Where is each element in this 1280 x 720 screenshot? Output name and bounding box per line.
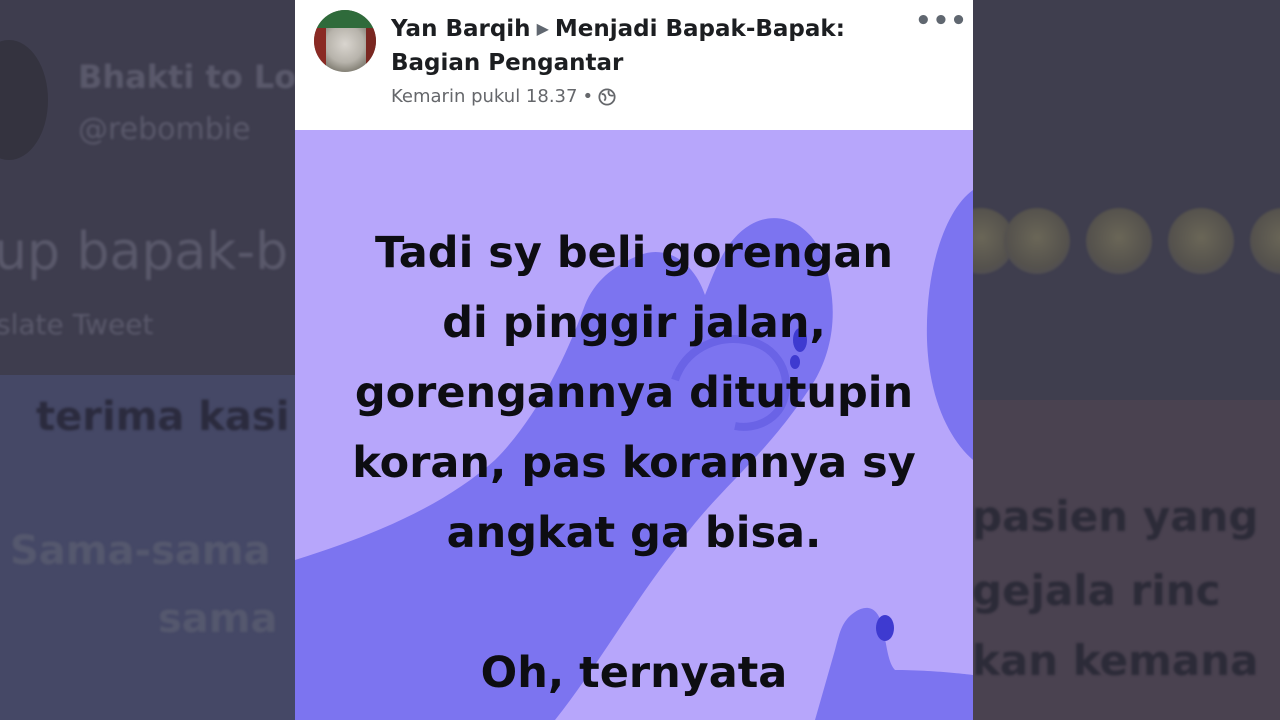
post-content: Tadi sy beli gorengan di pinggir jalan, … [295, 130, 973, 720]
separator-dot: • [582, 86, 594, 107]
background-right: pasien yang gejala rinc kan kemana [972, 0, 1280, 720]
background-translate-link: slate Tweet [0, 308, 154, 341]
globe-icon [598, 87, 616, 106]
avatar-side [366, 28, 376, 72]
author-avatar[interactable] [314, 10, 376, 72]
background-right-line-1: pasien yang [972, 492, 1259, 541]
laughing-emoji-icon [1004, 208, 1070, 274]
arrow-right-icon: ▶ [536, 19, 549, 38]
avatar-top [314, 10, 376, 28]
avatar-side [314, 28, 326, 72]
background-line-1: terima kasi [36, 394, 290, 440]
author-name[interactable]: Yan Barqih [391, 16, 531, 42]
background-right-line-3: kan kemana [972, 636, 1259, 685]
background-right-line-2: gejala rinc [972, 566, 1221, 615]
laughing-emoji-icon [1086, 208, 1152, 274]
more-options-icon[interactable]: ••• [915, 6, 968, 36]
post-timestamp[interactable]: Kemarin pukul 18.37 [391, 86, 577, 107]
laughing-emoji-icon [1168, 208, 1234, 274]
post-header: Yan Barqih ▶ Menjadi Bapak-Bapak: Bagian P… [295, 0, 973, 130]
background-line-3: sama [158, 596, 278, 642]
background-tweet-text: up bapak-b [0, 222, 289, 282]
laughing-emoji-icon [1250, 208, 1280, 274]
background-left: Bhakti to Lo @rebombie up bapak-b slate … [0, 0, 296, 720]
post-title: Yan Barqih ▶ Menjadi Bapak-Bapak: Bagian P… [391, 12, 911, 80]
background-avatar [0, 40, 48, 160]
background-name: Bhakti to Lo [78, 58, 296, 96]
post-text: Tadi sy beli gorengan di pinggir jalan, … [352, 228, 916, 698]
post-meta: Kemarin pukul 18.37 • [391, 86, 616, 107]
background-handle: @rebombie [78, 112, 251, 147]
background-line-2: Sama-sama [10, 528, 271, 574]
post-card: Yan Barqih ▶ Menjadi Bapak-Bapak: Bagian P… [295, 0, 973, 720]
